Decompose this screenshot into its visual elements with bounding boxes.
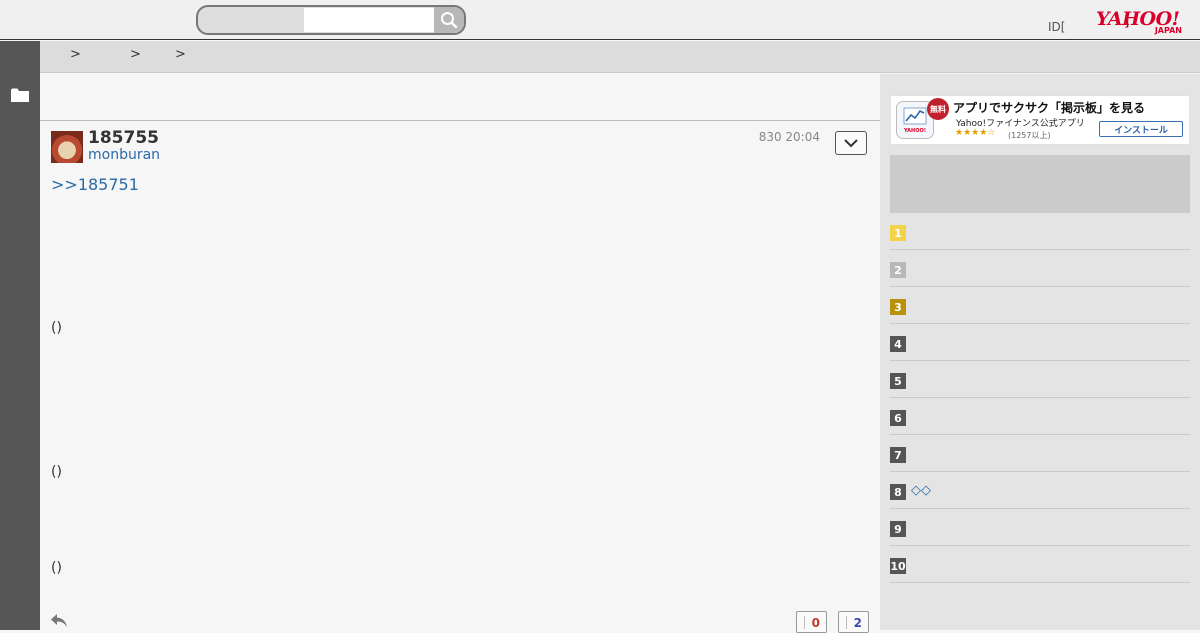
rank-badge: 5 xyxy=(890,373,906,389)
left-rail xyxy=(0,41,40,630)
ranking-item[interactable]: 6 xyxy=(890,398,1190,435)
good-vote-count: 2 xyxy=(853,616,862,630)
svg-text:YAHOO!: YAHOO! xyxy=(903,128,926,134)
post-username[interactable]: monburan xyxy=(88,147,160,163)
rank-badge: 9 xyxy=(890,521,906,537)
free-badge: 無料 xyxy=(927,98,949,120)
install-button[interactable]: インストール xyxy=(1099,121,1183,137)
ranking-item[interactable]: 5 xyxy=(890,361,1190,398)
post-paragraph: () xyxy=(51,560,62,576)
ranking-title-link[interactable]: ◇◇ xyxy=(911,483,931,498)
breadcrumb-separator: > xyxy=(70,47,81,62)
vote-divider xyxy=(846,616,847,629)
ranking-item[interactable]: 3 xyxy=(890,287,1190,324)
rank-badge: 6 xyxy=(890,410,906,426)
yahoo-japan-logo[interactable]: YAHOO! JAPAN xyxy=(1096,10,1188,38)
ad-title: アプリでサクサク「掲示板」を見る xyxy=(953,101,1146,115)
search-box xyxy=(196,5,466,35)
app-ad-banner[interactable]: YAHOO! 無料 アプリでサクサク「掲示板」を見る Yahoo!ファイナンス公… xyxy=(890,95,1190,145)
post-paragraph: () xyxy=(51,464,62,480)
post-datetime: 830 20:04 xyxy=(758,130,820,144)
right-sidebar: YAHOO! 無料 アプリでサクサク「掲示板」を見る Yahoo!ファイナンス公… xyxy=(880,74,1200,630)
breadcrumb-separator: > xyxy=(130,47,141,62)
rank-badge: 4 xyxy=(890,336,906,352)
rating-stars: ★★★★☆ xyxy=(955,128,996,138)
rank-badge: 2 xyxy=(890,262,906,278)
reply-anchor-link[interactable]: >>185751 xyxy=(51,175,139,194)
ranking-header-box xyxy=(890,155,1190,213)
search-icon xyxy=(441,12,458,29)
rank-badge: 1 xyxy=(890,225,906,241)
folder-icon[interactable] xyxy=(11,88,29,102)
ranking-item[interactable]: 10 xyxy=(890,546,1190,583)
chevron-down-icon xyxy=(844,138,858,147)
breadcrumb-separator: > xyxy=(175,47,186,62)
vote-divider xyxy=(804,616,805,629)
rank-badge: 3 xyxy=(890,299,906,315)
search-input[interactable] xyxy=(304,8,434,32)
rank-badge: 8 xyxy=(890,484,906,500)
ranking-item[interactable]: 7 xyxy=(890,435,1190,472)
reply-icon[interactable] xyxy=(50,612,68,628)
rank-badge: 10 xyxy=(890,558,906,574)
logo-subtext: JAPAN xyxy=(1154,26,1182,35)
ranking-item[interactable]: 4 xyxy=(890,324,1190,361)
breadcrumb: > > > xyxy=(40,41,1200,73)
ranking-item[interactable]: 2 xyxy=(890,250,1190,287)
bad-vote-count: 0 xyxy=(811,616,820,630)
main-content: 185755 monburan 830 20:04 >>185751 () ()… xyxy=(40,74,880,633)
ranking-item[interactable]: 8 ◇◇ xyxy=(890,472,1190,509)
rating-count: (1257以上) xyxy=(1008,131,1051,140)
search-button[interactable] xyxy=(434,7,464,33)
avatar[interactable] xyxy=(51,131,83,163)
post-paragraph: () xyxy=(51,320,62,336)
id-link[interactable]: ID[ xyxy=(1048,20,1065,34)
thread-header-area xyxy=(40,74,880,121)
post-menu-button[interactable] xyxy=(835,131,867,155)
ranking-item[interactable]: 1 xyxy=(890,213,1190,250)
top-bar: ID[ ] YAHOO! JAPAN xyxy=(0,0,1200,40)
post-number: 185755 xyxy=(88,128,159,148)
rank-badge: 7 xyxy=(890,447,906,463)
ranking-item[interactable]: 9 xyxy=(890,509,1190,546)
